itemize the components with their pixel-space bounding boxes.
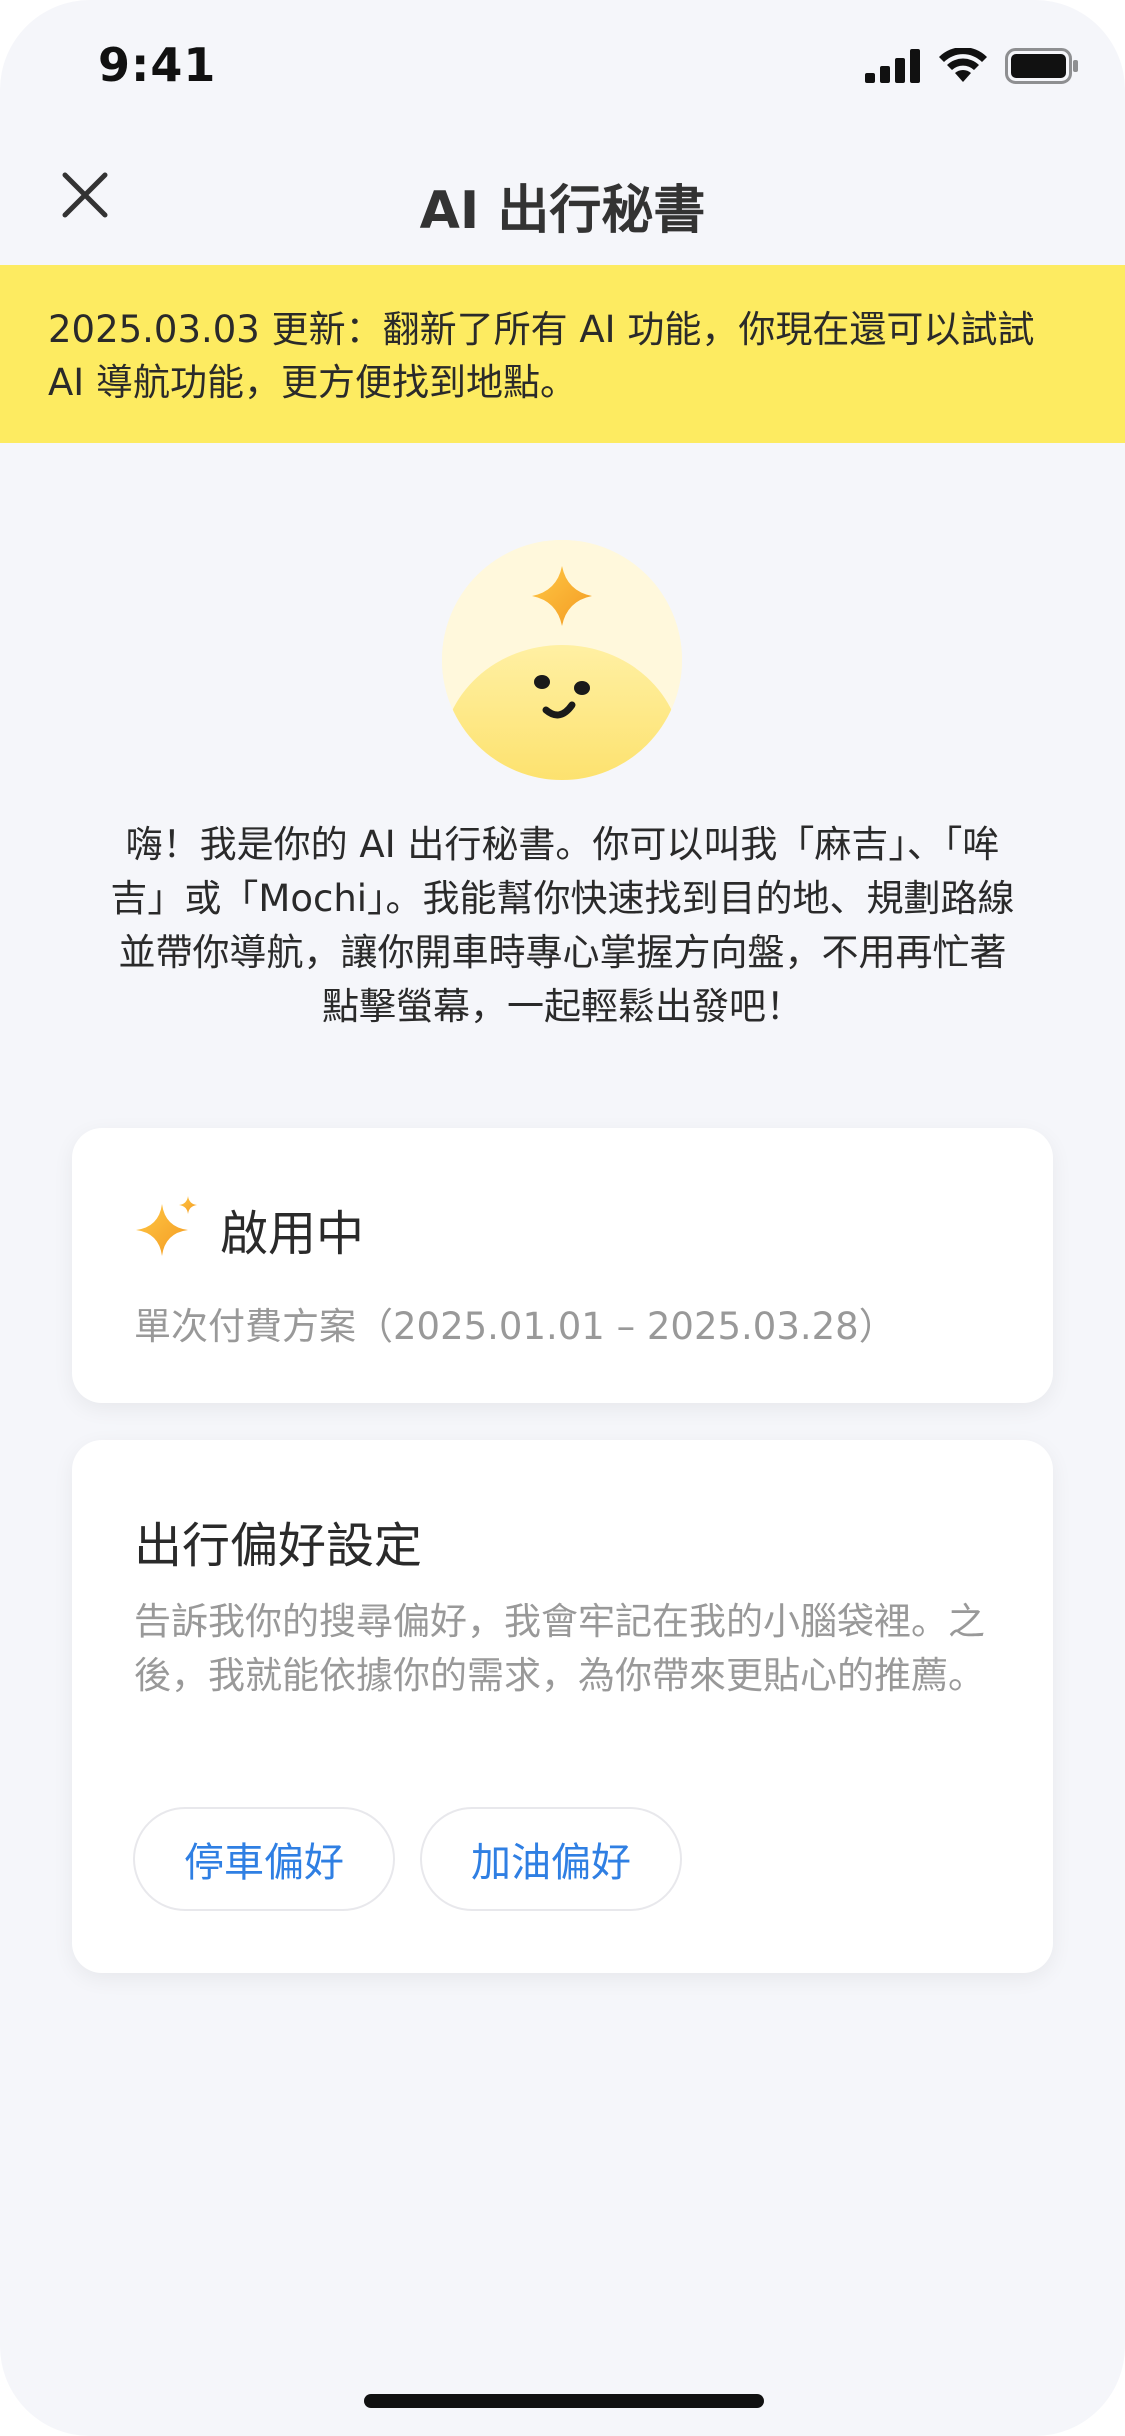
preferences-title: 出行偏好設定	[134, 1518, 423, 1574]
update-banner-text: 2025.03.03 更新：翻新了所有 AI 功能，你現在還可以試試 AI 導航…	[48, 308, 1035, 404]
nav-bar: AI 出行秘書	[0, 140, 1125, 265]
home-indicator[interactable]	[364, 2394, 764, 2408]
cellular-signal-icon	[865, 49, 921, 87]
page-title: AI 出行秘書	[419, 181, 706, 241]
screen: 9:41 AI 出行秘書 2025.03.03 更新：翻新了所有 AI 功能，你…	[0, 0, 1125, 2436]
status-row: 啟用中	[134, 1194, 364, 1264]
status-label: 啟用中	[220, 1206, 365, 1262]
mascot-avatar	[442, 540, 682, 780]
update-banner: 2025.03.03 更新：翻新了所有 AI 功能，你現在還可以試試 AI 導航…	[0, 265, 1125, 443]
parking-preference-button[interactable]: 停車偏好	[133, 1807, 395, 1911]
wifi-icon	[939, 47, 987, 88]
sparkle-icon	[134, 1194, 200, 1264]
subscription-status-card: 啟用中 單次付費方案（2025.01.01 – 2025.03.28）	[72, 1128, 1053, 1403]
status-time: 9:41	[98, 38, 217, 92]
fuel-preference-button[interactable]: 加油偏好	[420, 1807, 682, 1911]
travel-preferences-card: 出行偏好設定 告訴我你的搜尋偏好，我會牢記在我的小腦袋裡。之後，我就能依據你的需…	[72, 1440, 1053, 1973]
status-bar: 9:41	[0, 0, 1125, 140]
status-icons	[865, 47, 1079, 88]
preferences-description: 告訴我你的搜尋偏好，我會牢記在我的小腦袋裡。之後，我就能依據你的需求，為你帶來更…	[134, 1600, 985, 1697]
battery-icon	[1005, 48, 1079, 88]
intro-text: 嗨！我是你的 AI 出行秘書。你可以叫我「麻吉」、「哞吉」或「Mochi」。我能…	[110, 823, 1015, 1028]
plan-text: 單次付費方案（2025.01.01 – 2025.03.28）	[134, 1305, 896, 1348]
